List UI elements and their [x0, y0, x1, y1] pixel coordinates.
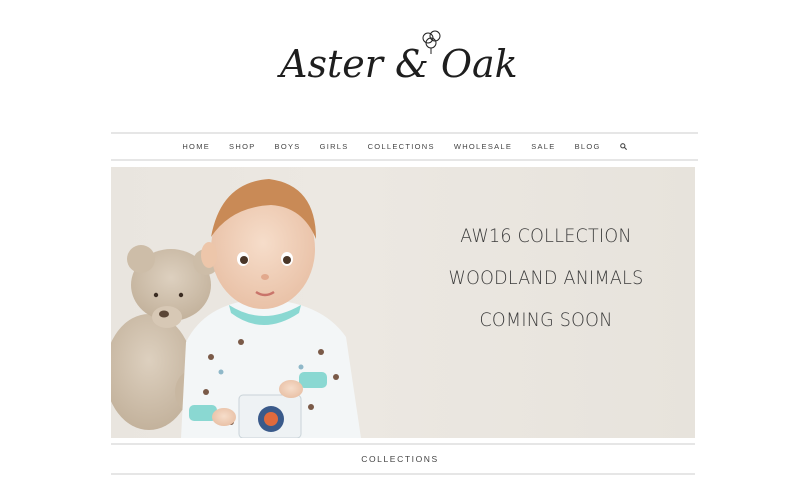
hero-line-collection: AW16 COLLECTION	[460, 225, 632, 247]
section-divider-bottom	[111, 473, 695, 475]
logo-wordmark: Aster & Oak	[277, 30, 518, 86]
section-divider-top	[111, 443, 695, 445]
nav-item-blog[interactable]: BLOG	[565, 142, 610, 151]
brand-logo[interactable]: Aster & Oak	[0, 22, 800, 102]
nav-item-shop[interactable]: SHOP	[220, 142, 265, 151]
search-icon	[619, 143, 627, 150]
hero-line-theme: WOODLAND ANIMALS	[448, 267, 644, 289]
nav-item-boys[interactable]: BOYS	[265, 142, 310, 151]
baby-illustration	[181, 179, 361, 438]
hero-text-block: AW16 COLLECTION WOODLAND ANIMALS COMING …	[401, 225, 691, 351]
search-button[interactable]	[610, 143, 636, 150]
nav-menu: HOME SHOP BOYS GIRLS COLLECTIONS WHOLESA…	[173, 142, 636, 151]
main-navigation: HOME SHOP BOYS GIRLS COLLECTIONS WHOLESA…	[111, 132, 698, 161]
collections-section-title[interactable]: COLLECTIONS	[0, 454, 800, 464]
nav-item-sale[interactable]: SALE	[522, 142, 565, 151]
nav-item-collections[interactable]: COLLECTIONS	[358, 142, 444, 151]
hero-line-status: COMING SOON	[479, 309, 613, 331]
logo-text: Aster & Oak	[277, 42, 518, 86]
nav-item-girls[interactable]: GIRLS	[310, 142, 358, 151]
nav-item-wholesale[interactable]: WHOLESALE	[444, 142, 521, 151]
nav-item-home[interactable]: HOME	[173, 142, 220, 151]
hero-banner[interactable]: AW16 COLLECTION WOODLAND ANIMALS COMING …	[111, 167, 695, 438]
